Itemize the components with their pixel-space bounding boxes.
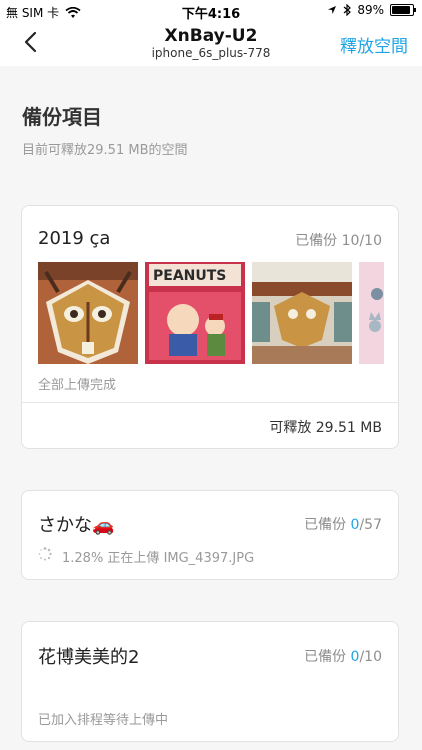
backup-total: /57 xyxy=(359,517,382,533)
divider xyxy=(22,402,398,403)
backup-total: /10 xyxy=(359,649,382,665)
album-name: 2019 ça xyxy=(38,228,111,249)
backup-count-label: 已備份 xyxy=(304,517,347,533)
location-icon xyxy=(328,6,337,14)
upload-status: 全部上傳完成 xyxy=(38,378,117,393)
album-card[interactable]: さかな🚗 已備份 0/57 1.28% 正在上傳 IMG_4397.JPG xyxy=(21,490,399,580)
backup-total: /10 xyxy=(359,233,382,249)
navigation-bar: XnBay-U2 iphone_6s_plus-778 釋放空間 xyxy=(0,22,422,66)
upload-status: 1.28% 正在上傳 IMG_4397.JPG xyxy=(62,551,255,566)
photo-thumbnail[interactable] xyxy=(252,262,352,364)
bluetooth-icon xyxy=(343,4,352,16)
photo-thumbnail[interactable] xyxy=(38,262,138,364)
thumbnail-strip: PEANUTS xyxy=(38,262,384,364)
backup-done: 10 xyxy=(341,233,360,249)
album-card[interactable]: 花博美美的2 已備份 0/10 已加入排程等待上傳中 xyxy=(21,621,399,742)
backup-count-label: 已備份 xyxy=(304,649,347,665)
backup-count-label: 已備份 xyxy=(295,233,338,249)
album-name: さかな🚗 xyxy=(38,515,115,536)
backup-count: 已備份 0/10 xyxy=(304,646,382,666)
backup-count: 已備份 10/10 xyxy=(295,230,382,250)
free-space-button[interactable]: 釋放空間 xyxy=(340,32,408,57)
battery-percent: 89% xyxy=(357,3,384,17)
page-title: 備份項目 xyxy=(22,105,102,129)
thumbnail-label: PEANUTS xyxy=(153,268,226,284)
photo-thumbnail[interactable] xyxy=(359,262,384,364)
reclaimable-summary: 目前可釋放29.51 MB的空間 xyxy=(22,143,188,158)
album-name: 花博美美的2 xyxy=(38,647,140,668)
reclaimable-size: 可釋放 29.51 MB xyxy=(269,420,382,436)
battery-icon xyxy=(390,4,416,16)
status-bar: 無 SIM 卡 下午4:16 89% xyxy=(0,0,422,22)
backup-count: 已備份 0/57 xyxy=(304,514,382,534)
upload-status: 已加入排程等待上傳中 xyxy=(38,713,169,728)
album-card[interactable]: 2019 ça 已備份 10/10 PEANUTS 全部上傳完成 可釋放 29.… xyxy=(21,205,399,449)
loading-spinner-icon xyxy=(38,547,52,561)
photo-thumbnail[interactable]: PEANUTS xyxy=(145,262,245,364)
